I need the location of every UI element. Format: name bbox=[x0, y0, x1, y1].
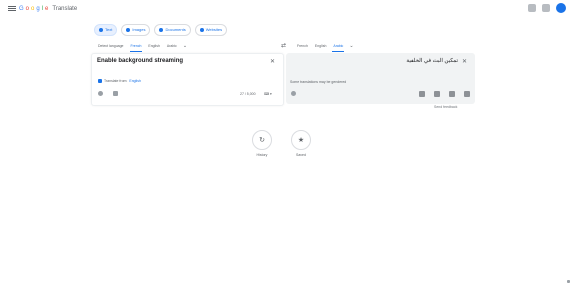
copy-icon[interactable] bbox=[419, 91, 425, 97]
send-feedback-link[interactable]: Send feedback bbox=[434, 105, 457, 109]
clear-source-icon[interactable]: ✕ bbox=[270, 58, 275, 65]
mode-label: Text bbox=[105, 27, 113, 32]
translation-note: Some translations may be gendered bbox=[290, 80, 347, 84]
translation-actions bbox=[419, 91, 470, 97]
chevron-down-icon[interactable]: ⌄ bbox=[349, 43, 353, 49]
product-name: Translate bbox=[52, 6, 78, 12]
apps-icon[interactable] bbox=[528, 4, 536, 12]
text-icon bbox=[99, 28, 103, 32]
translation-output: تمكين البث في الخلفية bbox=[406, 58, 458, 64]
detected-language-link[interactable]: English bbox=[129, 79, 140, 83]
image-icon bbox=[126, 28, 131, 32]
top-right-actions bbox=[528, 3, 566, 13]
speaker-icon[interactable] bbox=[113, 91, 118, 96]
star-icon[interactable]: ★ bbox=[291, 130, 311, 150]
source-lang-detect[interactable]: Detect language bbox=[97, 41, 125, 51]
detected-prefix: Translate from: bbox=[104, 79, 128, 83]
logo-letter: o bbox=[31, 6, 35, 12]
share-icon[interactable] bbox=[464, 91, 470, 97]
rate-icon[interactable] bbox=[434, 91, 440, 97]
detected-language-hint: Translate from: English bbox=[98, 79, 141, 83]
target-lang-french[interactable]: French bbox=[296, 41, 309, 51]
keyboard-selector[interactable]: ⌨ ▾ bbox=[264, 92, 272, 96]
microphone-icon[interactable] bbox=[98, 91, 103, 96]
settings-icon[interactable] bbox=[542, 4, 550, 12]
document-icon bbox=[159, 28, 164, 32]
mode-label: Documents bbox=[165, 27, 186, 32]
saved-button[interactable]: ★ Saved bbox=[291, 130, 311, 157]
history-icon[interactable]: ↻ bbox=[252, 130, 272, 150]
speaker-icon[interactable] bbox=[291, 91, 296, 96]
logo-letter: l bbox=[41, 6, 44, 12]
mode-label: Websites bbox=[205, 27, 223, 32]
mode-selector: Text Images Documents Websites bbox=[94, 24, 228, 36]
source-lang-french[interactable]: French bbox=[129, 41, 143, 52]
scrollbar[interactable] bbox=[567, 280, 570, 283]
main-menu-icon[interactable] bbox=[8, 5, 16, 13]
target-lang-arabic[interactable]: Arabic bbox=[332, 41, 345, 52]
account-avatar[interactable] bbox=[556, 3, 566, 13]
source-lang-arabic[interactable]: Arabic bbox=[166, 41, 178, 51]
mode-images-button[interactable]: Images bbox=[121, 24, 151, 36]
source-language-bar: Detect language French English Arabic ⌄ bbox=[97, 41, 187, 52]
target-lang-english[interactable]: English bbox=[314, 41, 327, 51]
mode-websites-button[interactable]: Websites bbox=[194, 24, 228, 36]
logo-letter: o bbox=[25, 6, 30, 12]
saved-label: Saved bbox=[296, 153, 306, 157]
source-lang-english[interactable]: English bbox=[147, 41, 160, 51]
mode-documents-button[interactable]: Documents bbox=[154, 24, 191, 36]
logo-letter: G bbox=[19, 6, 24, 12]
character-count: 27 / 5,000 bbox=[240, 92, 256, 96]
check-icon bbox=[98, 79, 102, 83]
source-text-input[interactable]: Enable background streaming bbox=[97, 58, 183, 64]
history-button[interactable]: ↻ History bbox=[252, 130, 272, 157]
mode-text-button[interactable]: Text bbox=[94, 24, 118, 36]
swap-languages-icon[interactable]: ⇄ bbox=[281, 42, 286, 49]
close-icon[interactable]: ✕ bbox=[462, 58, 467, 65]
logo-letter: g bbox=[36, 6, 40, 12]
history-label: History bbox=[256, 153, 268, 157]
logo-letter: e bbox=[45, 6, 49, 12]
globe-icon bbox=[199, 28, 204, 32]
app-logo[interactable]: Google Translate bbox=[19, 4, 77, 14]
chevron-down-icon[interactable]: ⌄ bbox=[183, 43, 187, 49]
mode-label: Images bbox=[132, 27, 146, 32]
edit-icon[interactable] bbox=[449, 91, 455, 97]
target-language-bar: French English Arabic ⌄ bbox=[296, 41, 354, 52]
